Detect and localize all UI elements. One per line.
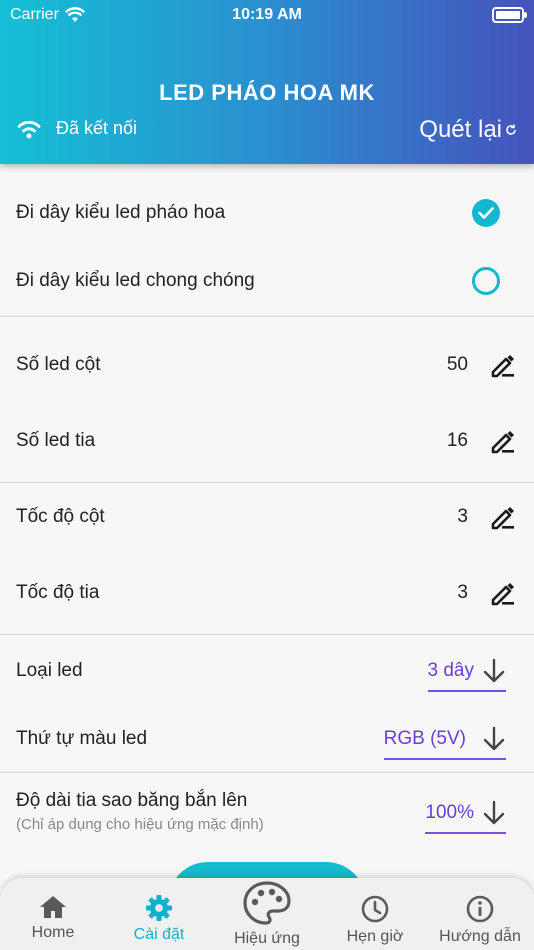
- led-ray-value: 16: [446, 430, 468, 451]
- nav-effects-label: Hiệu ứng: [234, 930, 300, 947]
- edit-icon[interactable]: [488, 426, 518, 456]
- arrow-down-icon: [483, 800, 505, 825]
- gear-icon: [146, 895, 172, 921]
- nav-home-label: Home: [31, 924, 75, 941]
- nav-settings-label: Cài đặt: [133, 926, 185, 943]
- led-column-value: 50: [446, 354, 468, 375]
- nav-settings[interactable]: Cài đặt: [126, 894, 192, 944]
- ray-length-value: 100%: [425, 802, 474, 823]
- edit-icon[interactable]: [488, 578, 518, 608]
- connection-label: Đã kết nối: [56, 118, 138, 138]
- connection-status: Đã kết nối: [16, 118, 137, 139]
- edit-icon[interactable]: [488, 350, 518, 380]
- ray-length-dropdown[interactable]: 100%: [425, 800, 506, 834]
- arrow-down-icon: [483, 658, 505, 683]
- nav-guide-label: Hướng dẫn: [439, 928, 521, 945]
- led-type-value: 3 dây: [427, 660, 474, 681]
- led-type-dropdown[interactable]: 3 dây: [427, 658, 506, 692]
- ray-length-note: (Chỉ áp dụng cho hiệu ứng mặc định): [16, 816, 264, 833]
- led-column-label: Số led cột: [16, 354, 101, 375]
- clock-icon: [361, 895, 389, 923]
- color-order-row: Thứ tự màu led RGB (5V): [0, 718, 534, 760]
- led-column-row: Số led cột 50: [0, 344, 534, 386]
- status-time: 10:19 AM: [232, 6, 302, 23]
- led-type-label: Loại led: [16, 660, 83, 681]
- wiring-fireworks-label: Đi dây kiểu led pháo hoa: [16, 202, 226, 223]
- color-order-label: Thứ tự màu led: [16, 728, 148, 749]
- rescan-label: Quét lại: [419, 116, 502, 143]
- divider: [0, 316, 534, 317]
- ray-length-label: Độ dài tia sao băng bắn lên: [16, 790, 248, 811]
- check-circle-icon[interactable]: [472, 199, 500, 227]
- battery-icon: [492, 7, 527, 23]
- led-type-row: Loại led 3 dây: [0, 650, 534, 692]
- nav-effects[interactable]: Hiệu ứng: [226, 880, 308, 948]
- status-bar: Carrier 10:19 AM: [0, 0, 534, 30]
- nav-guide[interactable]: Hướng dẫn: [434, 894, 526, 946]
- speed-ray-value: 3: [457, 582, 468, 603]
- wiring-pinwheel-option[interactable]: Đi dây kiểu led chong chóng: [0, 260, 534, 302]
- led-ray-row: Số led tia 16: [0, 420, 534, 462]
- divider: [0, 482, 534, 483]
- app-title: LED PHÁO HOA MK: [159, 80, 375, 105]
- speed-column-label: Tốc độ cột: [16, 506, 105, 527]
- divider: [0, 772, 534, 773]
- edit-icon[interactable]: [488, 502, 518, 532]
- wifi-connected-icon: [17, 120, 41, 138]
- speed-ray-row: Tốc độ tia 3: [0, 572, 534, 614]
- speed-column-row: Tốc độ cột 3: [0, 496, 534, 538]
- rescan-button[interactable]: Quét lại: [419, 116, 518, 144]
- wiring-fireworks-option[interactable]: Đi dây kiểu led pháo hoa: [0, 192, 534, 234]
- radio-empty-icon[interactable]: [472, 267, 500, 295]
- ray-length-text: Độ dài tia sao băng bắn lên (Chỉ áp dụng…: [16, 790, 425, 833]
- home-icon: [40, 896, 66, 918]
- info-icon: [466, 895, 494, 923]
- color-order-value: RGB (5V): [383, 728, 466, 749]
- refresh-icon: [506, 124, 516, 135]
- wiring-pinwheel-label: Đi dây kiểu led chong chóng: [16, 270, 255, 291]
- palette-icon: [243, 881, 291, 925]
- arrow-down-icon: [483, 726, 505, 751]
- led-ray-label: Số led tia: [16, 430, 96, 451]
- bottom-navigation: Home Cài đặt Hiệu ứng Hẹn giờ Hướng dẫn: [0, 878, 534, 950]
- nav-timer[interactable]: Hẹn giờ: [340, 894, 410, 946]
- speed-column-value: 3: [457, 506, 468, 527]
- ray-length-row: Độ dài tia sao băng bắn lên (Chỉ áp dụng…: [0, 790, 534, 840]
- speed-ray-label: Tốc độ tia: [16, 582, 100, 603]
- nav-timer-label: Hẹn giờ: [346, 928, 404, 945]
- nav-home[interactable]: Home: [22, 894, 84, 942]
- app-header: Carrier 10:19 AM LED PHÁO HOA MK Đã kết …: [0, 0, 534, 164]
- color-order-dropdown[interactable]: RGB (5V): [383, 726, 506, 760]
- divider: [0, 634, 534, 635]
